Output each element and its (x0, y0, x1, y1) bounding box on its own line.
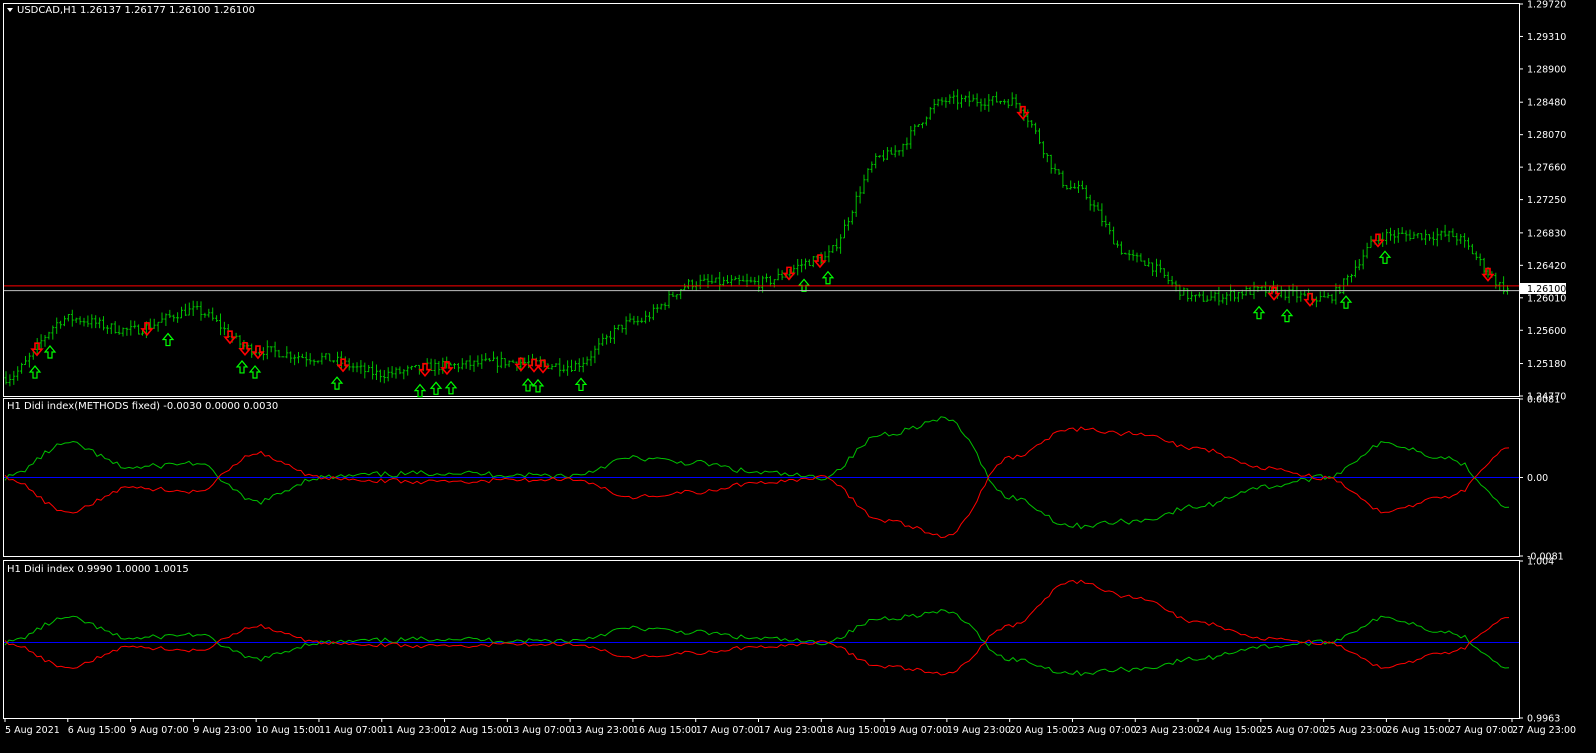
sub2-title: H1 Didi index 0.9990 1.0000 1.0015 (7, 564, 189, 575)
x-tick-label: 17 Aug 07:00 (696, 725, 760, 736)
x-tick-label: 25 Aug 23:00 (1324, 725, 1388, 736)
x-tick-label: 13 Aug 07:00 (507, 725, 571, 736)
y-tick-label: 1.29720 (1527, 0, 1566, 11)
x-tick-label: 11 Aug 07:00 (319, 725, 383, 736)
x-tick-label: 6 Aug 15:00 (68, 725, 126, 736)
x-tick-label: 19 Aug 07:00 (884, 725, 948, 736)
sub1-title: H1 Didi index(METHODS fixed) -0.0030 0.0… (7, 401, 278, 412)
y-tick-label: 0.00 (1527, 473, 1548, 484)
y-tick-label: 0.0081 (1527, 395, 1560, 406)
x-tick-label: 9 Aug 07:00 (131, 725, 189, 736)
symbol-label: USDCAD,H1 (17, 5, 77, 16)
y-tick-label: 1.25600 (1527, 326, 1566, 337)
y-tick-label: 1.26420 (1527, 261, 1566, 272)
y-tick-label: 1.27250 (1527, 195, 1566, 206)
y-tick-label: 0.9963 (1527, 714, 1560, 725)
y-tick-label: 1.26830 (1527, 228, 1566, 239)
x-axis-group: 5 Aug 2021 6 Aug 15:00 9 Aug 07:00 9 Aug 23… (4, 718, 1576, 736)
x-tick-label: 9 Aug 23:00 (193, 725, 251, 736)
y-axes-group: 1.29720 1.29310 1.28900 1.28480 1.28070 1.276… (1519, 0, 1566, 725)
y-tick-label: 1.25180 (1527, 359, 1566, 370)
x-tick-label: 19 Aug 23:00 (947, 725, 1011, 736)
y-tick-label: 1.28900 (1527, 64, 1566, 75)
x-tick-label: 18 Aug 15:00 (821, 725, 885, 736)
x-tick-label: 23 Aug 07:00 (1072, 725, 1136, 736)
x-tick-label: 12 Aug 15:00 (445, 725, 509, 736)
y-tick-label: 1.29310 (1527, 32, 1566, 43)
x-tick-label: 16 Aug 15:00 (633, 725, 697, 736)
chart-canvas[interactable]: 1.29720 1.29310 1.28900 1.28480 1.28070 1.276… (0, 0, 1596, 753)
x-tick-label: 25 Aug 07:00 (1261, 725, 1325, 736)
x-tick-label: 11 Aug 23:00 (382, 725, 446, 736)
ohlc-label: 1.26137 1.26177 1.26100 1.26100 (80, 5, 255, 16)
y-tick-label: 1.004 (1527, 557, 1554, 568)
x-tick-label: 5 Aug 2021 (5, 725, 60, 736)
x-tick-label: 13 Aug 23:00 (570, 725, 634, 736)
x-tick-label: 26 Aug 15:00 (1386, 725, 1450, 736)
current-price-label: 1.26100 (1527, 284, 1566, 295)
main-panel[interactable] (3, 3, 1520, 397)
x-tick-label: 10 Aug 15:00 (256, 725, 320, 736)
y-tick-label: 1.28070 (1527, 130, 1566, 141)
x-tick-label: 23 Aug 23:00 (1135, 725, 1199, 736)
y-tick-label: 1.27660 (1527, 163, 1566, 174)
x-tick-label: 27 Aug 23:00 (1512, 725, 1576, 736)
x-tick-label: 24 Aug 15:00 (1198, 725, 1262, 736)
y-tick-label: 1.28480 (1527, 98, 1566, 109)
x-tick-label: 27 Aug 07:00 (1449, 725, 1513, 736)
x-tick-label: 17 Aug 23:00 (759, 725, 823, 736)
x-tick-label: 20 Aug 15:00 (1010, 725, 1074, 736)
